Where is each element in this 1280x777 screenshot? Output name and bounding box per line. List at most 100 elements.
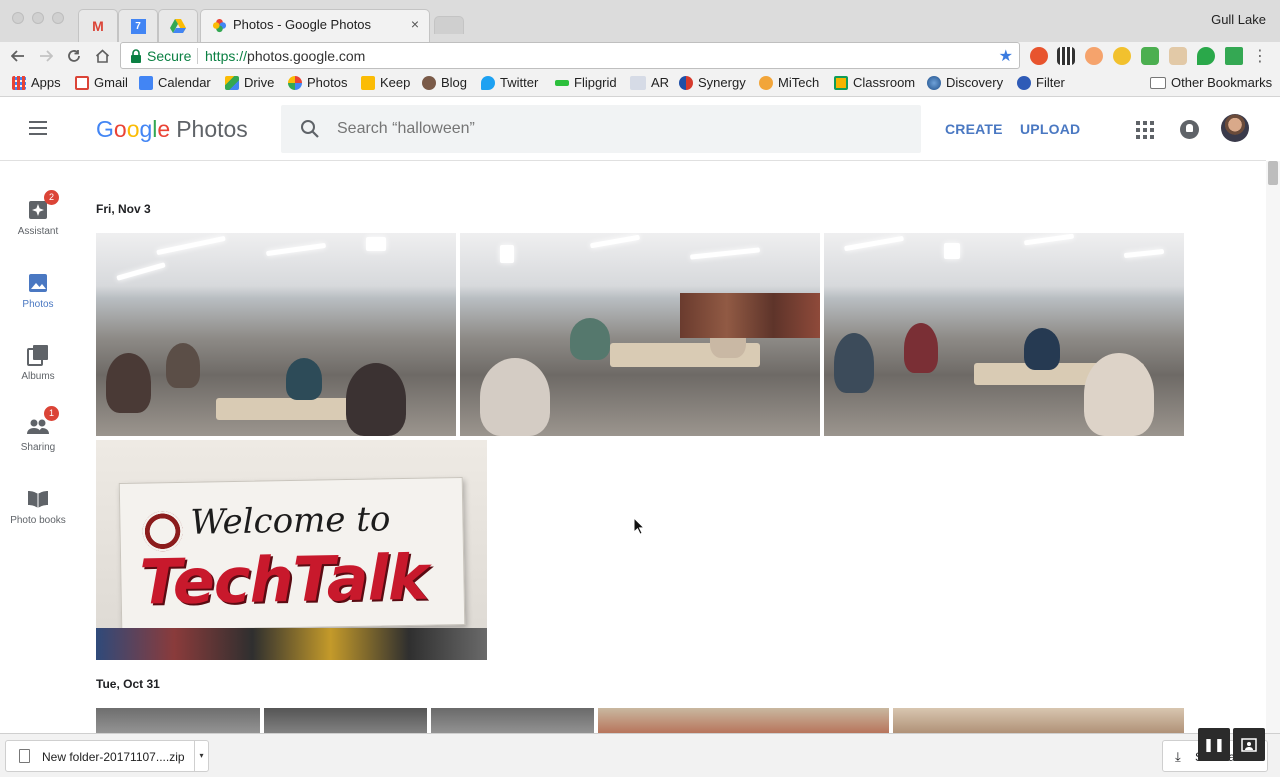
extension-orange-icon[interactable] [1085, 47, 1103, 65]
photo-thumbnail[interactable] [431, 708, 594, 733]
tab-google-photos[interactable]: Photos - Google Photos × [200, 9, 430, 42]
minimize-window-button[interactable] [32, 12, 44, 24]
app-header: GooglePhotos CREATE UPLOAD [0, 97, 1266, 161]
bookmark-gmail[interactable]: Gmail [75, 75, 128, 90]
search-box[interactable] [281, 105, 921, 153]
gmail-icon [75, 75, 89, 90]
page-scrollbar[interactable] [1266, 161, 1280, 733]
drive-icon [170, 19, 186, 33]
lock-icon [131, 49, 141, 63]
gmail-icon: M [92, 18, 104, 34]
assistant-badge: 2 [44, 190, 59, 205]
bookmark-twitter[interactable]: Twitter [481, 75, 538, 90]
browser-menu-icon[interactable]: ⋮ [1252, 46, 1268, 66]
nav-item-albums[interactable]: Albums [0, 344, 76, 382]
photo-thumbnail[interactable] [824, 233, 1184, 436]
google-photos-logo[interactable]: Google Photos [96, 116, 248, 143]
bookmark-mitech[interactable]: MiTech [759, 75, 819, 90]
bookmark-star-icon[interactable]: ★ [999, 46, 1013, 66]
google-photos-icon [212, 18, 227, 33]
create-button[interactable]: CREATE [945, 121, 1003, 137]
photo-thumbnail[interactable] [598, 708, 889, 733]
photo-thumbnail[interactable] [460, 233, 820, 436]
bookmark-photos[interactable]: Photos [288, 75, 347, 90]
nav-item-assistant[interactable]: 2 Assistant [0, 190, 76, 237]
cast-icon[interactable] [1225, 47, 1243, 65]
date-header: Tue, Oct 31 [96, 677, 160, 691]
download-options-icon[interactable]: ▾ [194, 741, 208, 771]
discovery-globe-icon [927, 75, 941, 90]
account-avatar[interactable] [1221, 114, 1249, 142]
photo-thumbnail[interactable] [893, 708, 1184, 733]
extension-green-icon[interactable] [1141, 47, 1159, 65]
upload-button[interactable]: UPLOAD [1020, 121, 1080, 137]
close-window-button[interactable] [12, 12, 24, 24]
home-button[interactable] [91, 45, 113, 67]
google-apps-icon[interactable] [1136, 121, 1154, 139]
other-bookmarks[interactable]: Other Bookmarks [1150, 75, 1272, 90]
url-scheme: https:// [205, 48, 248, 64]
notifications-bell-icon[interactable] [1180, 120, 1199, 139]
emoji-extension-icon[interactable] [1113, 47, 1131, 65]
profile-name[interactable]: Gull Lake [1211, 12, 1266, 27]
bookmark-ar[interactable]: AR [630, 75, 669, 90]
search-input[interactable] [337, 117, 897, 141]
home-icon [95, 49, 109, 63]
reload-icon [68, 50, 80, 62]
bookmark-keep[interactable]: Keep [361, 75, 410, 90]
left-navigation: 2 Assistant Photos Albums 1 Sharing Phot… [0, 161, 76, 733]
search-icon[interactable] [299, 118, 321, 140]
tab-drive[interactable] [158, 9, 198, 42]
banner-techtalk-text: TechTalk [138, 540, 429, 619]
apps-grid-icon [12, 75, 26, 90]
bookmark-discovery[interactable]: Discovery [927, 75, 1003, 90]
photo-thumbnail[interactable] [96, 708, 260, 733]
bookmark-drive[interactable]: Drive [225, 75, 274, 90]
scrollbar-thumb[interactable] [1268, 161, 1278, 185]
bookmark-classroom[interactable]: Classroom [834, 75, 915, 90]
close-tab-icon[interactable]: × [411, 16, 419, 32]
download-bar: New folder-20171107....zip ▾ ⤓ Show all [0, 733, 1280, 777]
new-tab-button[interactable] [434, 16, 464, 34]
opera-extension-icon[interactable] [1030, 47, 1048, 65]
photos-icon [27, 272, 49, 294]
picture-in-picture-icon[interactable] [1233, 728, 1265, 761]
sharing-icon: 1 [27, 406, 59, 437]
tab-gmail[interactable]: M [78, 9, 118, 42]
file-icon [19, 749, 30, 763]
reload-button[interactable] [63, 45, 85, 67]
keep-icon [361, 75, 375, 90]
photo-thumbnail[interactable] [96, 233, 456, 436]
bookmark-calendar[interactable]: Calendar [139, 75, 211, 90]
photo-thumbnail[interactable] [264, 708, 427, 733]
zoom-window-button[interactable] [52, 12, 64, 24]
browser-chrome: M 7 Photos - Google Photos × Gull Lake S… [0, 0, 1280, 97]
bookmark-flipgrid[interactable]: Flipgrid [555, 75, 617, 90]
bookmark-filter[interactable]: Filter [1017, 75, 1065, 90]
date-header: Fri, Nov 3 [96, 202, 151, 216]
nav-item-sharing[interactable]: 1 Sharing [0, 406, 76, 453]
back-button[interactable] [7, 45, 29, 67]
pause-icon[interactable]: ❚❚ [1198, 728, 1230, 761]
chat-extension-icon[interactable] [1197, 47, 1215, 65]
extension-note-icon[interactable] [1169, 47, 1187, 65]
mouse-cursor-icon [633, 517, 645, 535]
url-text: https://photos.google.com [205, 48, 365, 64]
arrow-left-icon [11, 50, 24, 62]
bookmark-blog[interactable]: Blog [422, 75, 467, 90]
bookmark-synergy[interactable]: Synergy [679, 75, 746, 90]
address-bar[interactable]: Secure https://photos.google.com ★ [120, 42, 1020, 69]
photo-thumbnail[interactable]: Welcome to TechTalk [96, 440, 487, 660]
nav-label-sharing: Sharing [20, 442, 56, 453]
bookmark-apps[interactable]: Apps [12, 75, 61, 90]
nav-item-photos[interactable]: Photos [0, 272, 76, 310]
bookmarks-bar: Apps Gmail Calendar Drive Photos Keep Bl… [0, 72, 1280, 94]
logo-product-name: Photos [176, 116, 248, 142]
tab-calendar[interactable]: 7 [118, 9, 158, 42]
download-item[interactable]: New folder-20171107....zip ▾ [5, 740, 209, 772]
qr-code-extension-icon[interactable] [1057, 47, 1075, 65]
main-menu-icon[interactable] [29, 121, 47, 135]
nav-item-photo-books[interactable]: Photo books [0, 488, 76, 526]
forward-button[interactable] [35, 45, 57, 67]
sharing-badge: 1 [44, 406, 59, 421]
